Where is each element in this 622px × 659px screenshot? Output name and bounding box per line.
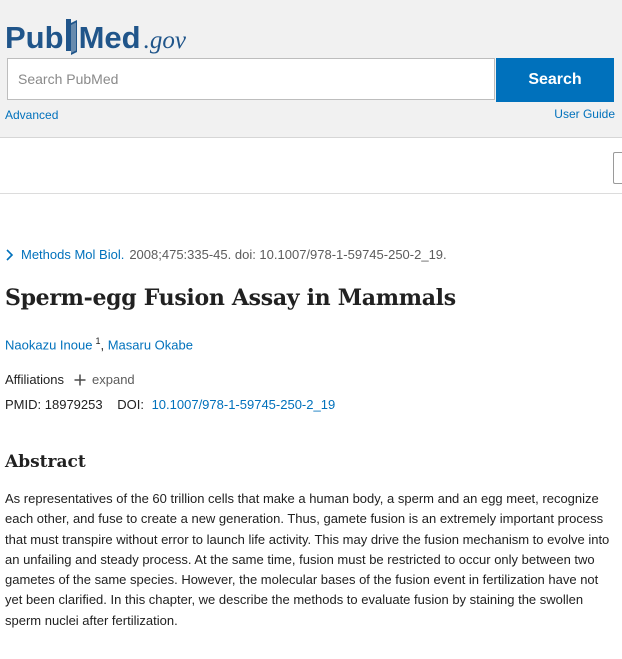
book-icon: [65, 19, 77, 55]
plus-icon: [74, 374, 86, 385]
doi-link[interactable]: 10.1007/978-1-59745-250-2_19: [152, 397, 336, 412]
site-header: Pub Med .gov Search Advanced User Guide: [0, 0, 622, 138]
author-separator: ,: [100, 337, 105, 353]
logo-pub-text: Pub: [5, 20, 64, 55]
doi-label: DOI:: [117, 397, 144, 412]
search-input[interactable]: [7, 58, 495, 100]
chevron-right-icon[interactable]: [5, 248, 15, 261]
author-list: Naokazu Inoue 1, Masaru Okabe: [5, 336, 193, 352]
pmid-label: PMID:: [5, 397, 42, 412]
advanced-search-link[interactable]: Advanced: [5, 108, 58, 122]
article-citation: Methods Mol Biol. 2008;475:335-45. doi: …: [5, 247, 447, 262]
abstract-text: As representatives of the 60 trillion ce…: [5, 491, 610, 628]
search-button[interactable]: Search: [496, 58, 614, 102]
pubmed-logo[interactable]: Pub Med .gov: [5, 9, 186, 55]
logo-med-text: Med: [78, 20, 141, 55]
user-guide-link[interactable]: User Guide: [554, 107, 615, 121]
article-toolbar: [0, 138, 622, 194]
citation-details: 2008;475:335-45. doi: 10.1007/978-1-5974…: [129, 247, 447, 262]
toolbar-control[interactable]: [613, 152, 622, 184]
article-identifiers: PMID: 18979253 DOI: 10.1007/978-1-59745-…: [5, 397, 335, 412]
abstract-heading: Abstract: [5, 452, 86, 472]
logo-gov-text: .gov: [143, 27, 186, 54]
journal-link[interactable]: Methods Mol Biol.: [21, 247, 124, 262]
expand-label: expand: [92, 372, 135, 387]
pmid-value: 18979253: [44, 397, 103, 412]
affiliations-label: Affiliations: [5, 372, 65, 387]
author-link[interactable]: Naokazu Inoue: [5, 337, 92, 352]
author-link[interactable]: Masaru Okabe: [108, 337, 193, 352]
article-title: Sperm-egg Fusion Assay in Mammals: [5, 285, 456, 311]
expand-affiliations-button[interactable]: expand: [74, 372, 135, 387]
affiliations-row: Affiliations expand: [5, 372, 135, 387]
